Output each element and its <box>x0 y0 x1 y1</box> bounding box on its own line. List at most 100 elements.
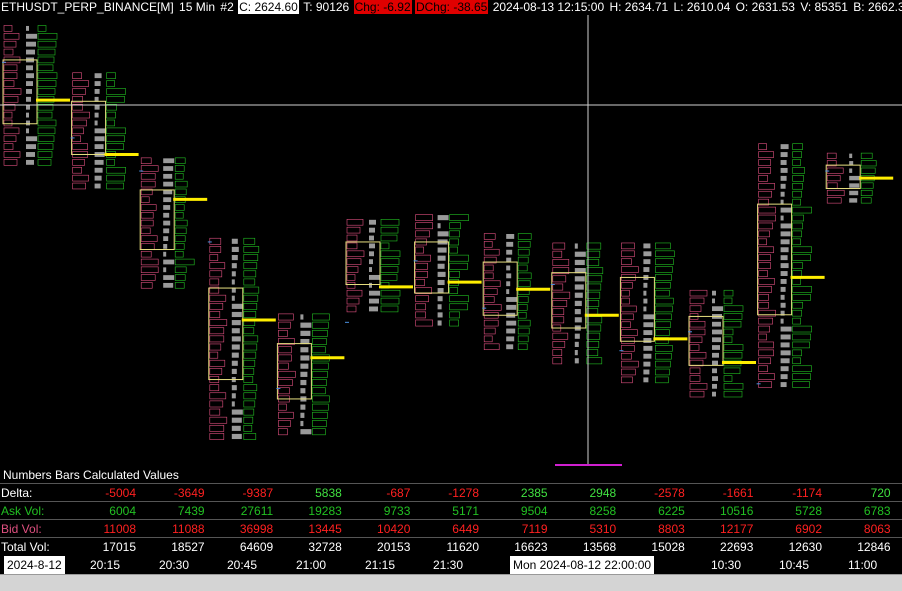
time-axis[interactable]: 2024-8-12 20:15 20:30 20:45 21:00 21:15 … <box>0 556 902 574</box>
volume-profile-bar <box>231 360 238 366</box>
bid-volume-cell <box>209 319 228 326</box>
panel-value-cell: 10516 <box>720 504 754 518</box>
volume-profile-bar <box>163 244 168 249</box>
footprint-chart-svg[interactable] <box>0 15 902 470</box>
bid-volume-cell <box>758 286 772 293</box>
panel-value-cell: 720 <box>870 486 891 500</box>
volume-profile-bar <box>300 379 307 386</box>
ask-volume-cell <box>517 264 528 272</box>
ask-volume-cell <box>243 433 257 440</box>
bid-volume-cell <box>278 411 294 419</box>
ask-volume-cell <box>723 367 741 374</box>
ask-volume-cell <box>312 329 328 337</box>
bid-volume-cell <box>483 319 499 327</box>
volume-profile-bar <box>849 198 858 203</box>
ask-volume-cell <box>380 242 390 250</box>
volume-profile-bar <box>231 344 240 350</box>
bid-volume-cell <box>689 352 707 359</box>
panel-value-cell: -3649 <box>173 486 205 500</box>
footprint-bar <box>276 313 345 436</box>
ask-volume-cell <box>517 256 529 264</box>
timeframe-label[interactable]: 15 Min <box>178 0 216 14</box>
symbol-label[interactable]: ETHUSDT_PERP_BINANCE[M] <box>0 0 175 14</box>
volume-profile-bar <box>437 288 444 294</box>
ask-volume-cell <box>655 360 671 368</box>
daily-change-readout: DChg: -38.65 <box>414 0 489 14</box>
volume-profile-bar <box>780 160 787 165</box>
ask-volume-cell <box>243 286 260 294</box>
ask-volume-cell <box>860 182 874 189</box>
ask-volume-cell <box>174 212 184 219</box>
cursor-time-label: Mon 2024-08-12 22:00:00 <box>510 556 655 574</box>
volume-profile-bar <box>574 309 581 315</box>
panel-value-cell: 9733 <box>383 504 411 518</box>
ask-volume-cell <box>517 304 528 311</box>
bid-volume-cell <box>415 222 433 230</box>
bid-volume-cell <box>140 274 156 281</box>
ask-volume-cell <box>517 343 528 351</box>
volume-profile-bar <box>437 215 449 221</box>
ask-volume-cell <box>586 357 603 365</box>
ask-volume-cell <box>517 241 531 248</box>
bid-volume-cell <box>3 143 14 150</box>
ask-volume-cell <box>37 119 57 127</box>
volume-profile-bar <box>26 136 37 142</box>
time-tick-label: 10:30 <box>711 558 742 572</box>
bid-volume-cell <box>621 368 636 376</box>
bid-volume-cell <box>621 321 631 328</box>
bid-volume-cell <box>209 302 224 310</box>
volume-profile-bar <box>437 247 447 253</box>
footprint-chart-area[interactable] <box>0 15 902 470</box>
bid-volume-cell <box>621 376 633 384</box>
ask-volume-cell <box>723 375 733 382</box>
volume-profile-bar <box>780 247 789 253</box>
ask-volume-cell <box>380 305 399 313</box>
bid-volume-cell <box>140 243 155 250</box>
footprint-bar <box>413 214 482 327</box>
ask-volume-cell <box>243 237 256 245</box>
volume-profile-bar <box>94 159 104 165</box>
ask-volume-cell <box>655 289 670 297</box>
panel-value-cell: -5004 <box>105 486 136 500</box>
ask-volume-cell <box>243 400 256 408</box>
ask-volume-cell <box>106 167 126 174</box>
ask-volume-cell <box>723 289 734 297</box>
ask-volume-cell <box>380 274 398 281</box>
ask-volume-cell <box>792 325 812 333</box>
volume-profile-bar <box>780 215 784 221</box>
volume-profile-bar <box>94 175 102 181</box>
panel-value-cell: 9504 <box>520 504 548 518</box>
volume-profile-bar <box>849 175 861 181</box>
open-readout: O: 2631.53 <box>735 0 795 14</box>
horizontal-scrollbar[interactable] <box>0 574 902 591</box>
bid-volume-cell <box>621 266 639 273</box>
datetime-readout: 2024-08-13 12:15:00 <box>492 0 605 14</box>
ask-volume-cell <box>243 351 257 359</box>
volume-profile-bar <box>231 352 239 358</box>
ask-volume-cell <box>586 275 603 283</box>
volume-profile-bar <box>26 81 33 86</box>
panel-value-cell: 12177 <box>720 522 754 536</box>
ask-volume-cell <box>449 262 468 270</box>
delta-row: Delta: -5004 -3649 -9387 5838 -687 -1278 2385 29… <box>0 483 902 502</box>
time-tick-label: 20:45 <box>227 558 258 572</box>
bid-volume-cell <box>209 262 226 270</box>
ask-volume-cell <box>723 328 734 336</box>
volume-profile-bar <box>163 259 175 265</box>
bid-volume-cell <box>483 248 500 256</box>
ask-volume-cell <box>655 345 673 352</box>
ask-volume-cell <box>174 274 186 281</box>
volume-profile-bar <box>26 159 34 165</box>
volume-profile-bar <box>712 383 717 389</box>
ask-volume-cell <box>312 379 327 386</box>
volume-profile-bar <box>780 374 788 380</box>
volume-profile-bar <box>643 267 650 272</box>
bid-volume-cell <box>552 341 566 348</box>
volume-profile-bar <box>506 249 513 255</box>
ask-volume-cell <box>106 182 124 190</box>
volume-profile-bar <box>369 243 375 249</box>
bid-volume-cell <box>758 159 771 166</box>
bid-volume-cell <box>483 241 493 248</box>
bid-volume-cell <box>278 420 291 427</box>
ask-volume-cell <box>37 25 47 32</box>
